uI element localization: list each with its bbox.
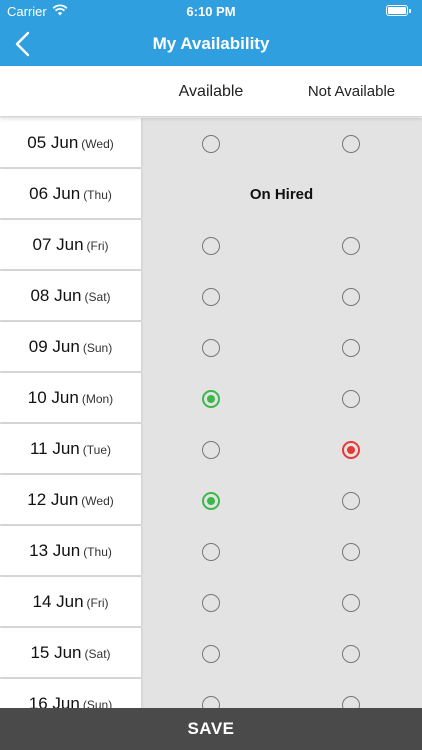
day-label: (Fri)	[86, 239, 109, 253]
day-label: (Wed)	[81, 137, 114, 151]
not-available-radio-selected[interactable]	[342, 441, 360, 459]
available-radio[interactable]	[202, 288, 220, 306]
date-label: 12 Jun	[27, 490, 79, 509]
availability-row: 16 Jun (Sun)	[0, 679, 422, 708]
date-cell: 10 Jun (Mon)	[0, 373, 141, 423]
day-label: (Thu)	[83, 545, 112, 559]
availability-row: 08 Jun (Sat)	[0, 271, 422, 322]
date-cell: 11 Jun (Tue)	[0, 424, 141, 474]
date-cell: 14 Jun (Fri)	[0, 577, 141, 627]
not-available-radio[interactable]	[342, 543, 360, 561]
not-available-radio[interactable]	[342, 645, 360, 663]
available-column-header: Available	[178, 83, 244, 100]
availability-row: 05 Jun (Wed)	[0, 118, 422, 169]
date-cell: 05 Jun (Wed)	[0, 118, 141, 168]
availability-row: 14 Jun (Fri)	[0, 577, 422, 628]
available-radio[interactable]	[202, 441, 220, 459]
available-radio[interactable]	[202, 339, 220, 357]
availability-row: 13 Jun (Thu)	[0, 526, 422, 577]
day-label: (Sat)	[84, 647, 111, 661]
date-cell: 12 Jun (Wed)	[0, 475, 141, 525]
date-cell: 16 Jun (Sun)	[0, 679, 141, 708]
date-label: 13 Jun	[29, 541, 81, 560]
availability-row: 09 Jun (Sun)	[0, 322, 422, 373]
save-button[interactable]: SAVE	[0, 708, 422, 750]
available-radio[interactable]	[202, 594, 220, 612]
day-label: (Tue)	[82, 443, 111, 457]
day-label: (Sun)	[82, 341, 113, 355]
status-bar: Carrier 6:10 PM	[0, 0, 422, 22]
date-label: 10 Jun	[27, 388, 79, 407]
day-label: (Fri)	[86, 596, 109, 610]
not-available-radio[interactable]	[342, 594, 360, 612]
availability-row: 12 Jun (Wed)	[0, 475, 422, 526]
date-label: 09 Jun	[28, 337, 80, 356]
status-time: 6:10 PM	[186, 4, 236, 19]
day-label: (Sat)	[84, 290, 111, 304]
column-header: Available Not Available	[0, 66, 422, 117]
availability-row: 15 Jun (Sat)	[0, 628, 422, 679]
day-label: (Thu)	[83, 188, 112, 202]
not-available-radio[interactable]	[342, 288, 360, 306]
date-cell: 07 Jun (Fri)	[0, 220, 141, 270]
not-available-radio[interactable]	[342, 135, 360, 153]
available-radio[interactable]	[202, 237, 220, 255]
availability-row: 11 Jun (Tue)	[0, 424, 422, 475]
available-radio-selected[interactable]	[202, 492, 220, 510]
not-available-radio[interactable]	[342, 237, 360, 255]
date-label: 05 Jun	[27, 133, 79, 152]
availability-row: 06 Jun (Thu) On Hired	[0, 169, 422, 220]
date-label: 14 Jun	[32, 592, 84, 611]
date-label: 15 Jun	[30, 643, 82, 662]
availability-row: 10 Jun (Mon)	[0, 373, 422, 424]
day-label: (Mon)	[81, 392, 114, 406]
date-cell: 15 Jun (Sat)	[0, 628, 141, 678]
date-cell: 06 Jun (Thu)	[0, 169, 141, 219]
availability-list[interactable]: 05 Jun (Wed) 06 Jun (Thu) On Hired 07 Jun(…	[0, 118, 422, 708]
date-cell: 09 Jun (Sun)	[0, 322, 141, 372]
date-label: 11 Jun	[29, 439, 80, 458]
availability-row: 07 Jun (Fri)	[0, 220, 422, 271]
date-label: 07 Jun	[32, 235, 84, 254]
date-label: 16 Jun	[28, 694, 80, 708]
not-available-radio[interactable]	[342, 339, 360, 357]
available-radio[interactable]	[202, 135, 220, 153]
day-label: (Sun)	[82, 698, 113, 708]
date-label: 08 Jun	[30, 286, 82, 305]
day-label: (Wed)	[81, 494, 114, 508]
nav-bar: My Availability	[0, 22, 422, 66]
not-available-column-header: Not Available	[307, 83, 396, 100]
page-title: My Availability	[152, 34, 270, 53]
available-radio[interactable]	[202, 645, 220, 663]
not-available-radio[interactable]	[342, 696, 360, 708]
battery-icon	[386, 5, 411, 16]
available-radio-selected[interactable]	[202, 390, 220, 408]
available-radio[interactable]	[202, 696, 220, 708]
not-available-radio[interactable]	[342, 390, 360, 408]
date-cell: 08 Jun (Sat)	[0, 271, 141, 321]
on-hired-label: On Hired	[249, 186, 314, 203]
not-available-radio[interactable]	[342, 492, 360, 510]
available-radio[interactable]	[202, 543, 220, 561]
date-cell: 13 Jun (Thu)	[0, 526, 141, 576]
date-label: 06 Jun	[29, 184, 81, 203]
